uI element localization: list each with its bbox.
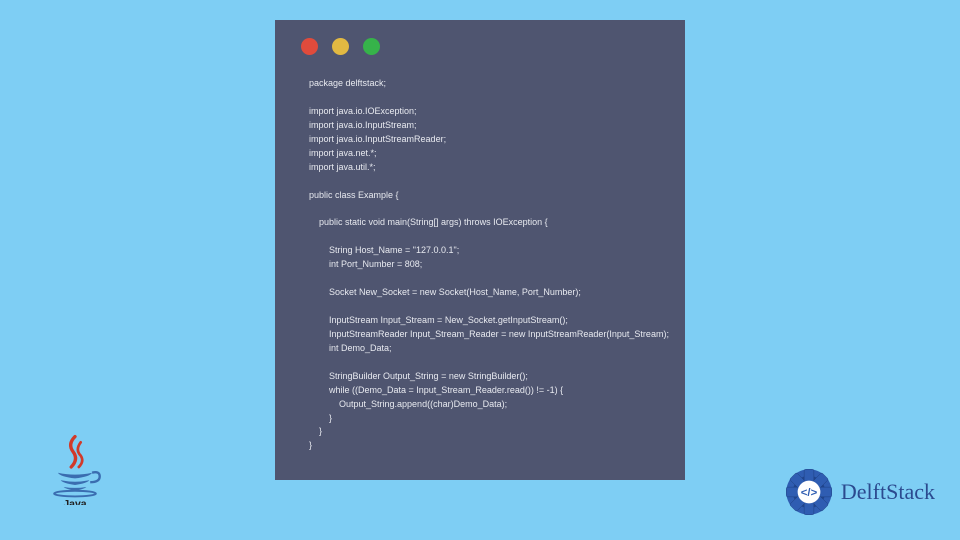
java-logo: Java — [45, 429, 110, 510]
code-window: package delftstack; import java.io.IOExc… — [275, 20, 685, 480]
svg-text:</>: </> — [801, 487, 818, 499]
java-logo-text: Java — [63, 499, 86, 505]
delftstack-logo: </> DelftStack — [783, 466, 935, 518]
delftstack-icon: </> — [783, 466, 835, 518]
traffic-lights — [301, 38, 663, 55]
maximize-icon — [363, 38, 380, 55]
delftstack-label: DelftStack — [841, 479, 935, 505]
minimize-icon — [332, 38, 349, 55]
close-icon — [301, 38, 318, 55]
code-block: package delftstack; import java.io.IOExc… — [309, 77, 663, 453]
